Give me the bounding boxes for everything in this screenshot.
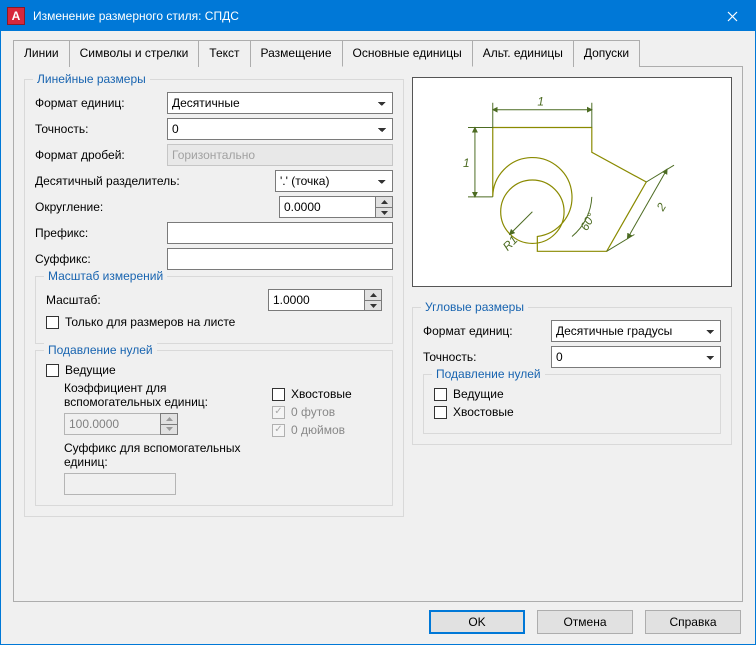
close-button[interactable] — [710, 1, 755, 31]
suffix-input[interactable] — [167, 248, 393, 270]
group-zero-suppress: Подавление нулей Ведущие Коэффициент для… — [35, 350, 393, 506]
fraction-format-select: Горизонтально — [167, 144, 393, 166]
tab-body: Линейные размеры Формат единиц: Десятичн… — [13, 66, 743, 602]
feet-checkbox: 0 футов — [272, 405, 335, 419]
ang-unit-format-label: Формат единиц: — [423, 324, 513, 338]
help-button[interactable]: Справка — [645, 610, 741, 634]
ang-leading-checkbox[interactable]: Ведущие — [434, 387, 504, 401]
roundoff-spinner[interactable] — [279, 196, 393, 218]
subfactor-input — [64, 413, 160, 435]
ok-button[interactable]: OK — [429, 610, 525, 634]
prefix-input[interactable] — [167, 222, 393, 244]
fraction-format-label: Формат дробей: — [35, 148, 125, 162]
trailing-checkbox[interactable]: Хвостовые — [272, 387, 352, 401]
scale-input[interactable] — [268, 289, 364, 311]
precision-select[interactable]: 0 — [167, 118, 393, 140]
ang-unit-format-select[interactable]: Десятичные градусы — [551, 320, 721, 342]
spin-up-icon — [161, 414, 177, 424]
unit-format-label: Формат единиц: — [35, 96, 125, 110]
group-ang-zero: Подавление нулей Ведущие Хвостовые — [423, 374, 721, 434]
roundoff-input[interactable] — [279, 196, 375, 218]
app-icon: A — [7, 7, 25, 25]
spin-down-icon — [161, 424, 177, 434]
layout-only-checkbox[interactable]: Только для размеров на листе — [46, 315, 235, 329]
spin-up-icon[interactable] — [365, 290, 381, 300]
subfactor-spinner — [64, 413, 178, 435]
group-zero-legend: Подавление нулей — [44, 343, 157, 357]
preview-pane: 1 1 2 R1 60° — [412, 77, 732, 287]
button-bar: OK Отмена Справка — [13, 602, 743, 634]
group-ang-zero-legend: Подавление нулей — [432, 367, 545, 381]
inches-checkbox: 0 дюймов — [272, 423, 345, 437]
group-linear-legend: Линейные размеры — [33, 72, 150, 86]
client-area: Линии Символы и стрелки Текст Размещение… — [1, 31, 755, 644]
scale-spinner[interactable] — [268, 289, 382, 311]
leading-checkbox[interactable]: Ведущие — [46, 363, 116, 377]
spin-down-icon[interactable] — [365, 300, 381, 310]
group-angular-legend: Угловые размеры — [421, 300, 528, 314]
unit-format-select[interactable]: Десятичные — [167, 92, 393, 114]
subsuffix-input — [64, 473, 176, 495]
subfactor-label: Коэффициент для вспомогательных единиц: — [64, 381, 262, 410]
svg-text:R1: R1 — [500, 233, 521, 254]
tab-primary-units[interactable]: Основные единицы — [342, 40, 473, 67]
ang-trailing-checkbox[interactable]: Хвостовые — [434, 405, 514, 419]
ang-precision-select[interactable]: 0 — [551, 346, 721, 368]
precision-label: Точность: — [35, 122, 88, 136]
svg-text:1: 1 — [537, 95, 544, 109]
spin-up-icon[interactable] — [376, 197, 392, 207]
left-column: Линейные размеры Формат единиц: Десятичн… — [24, 77, 404, 591]
decimal-sep-label: Десятичный разделитель: — [35, 174, 180, 188]
decimal-sep-select[interactable]: '.' (точка) — [275, 170, 393, 192]
titlebar[interactable]: A Изменение размерного стиля: СПДС — [1, 1, 755, 31]
suffix-label: Суффикс: — [35, 252, 91, 266]
spin-down-icon[interactable] — [376, 207, 392, 217]
tab-lines[interactable]: Линии — [13, 40, 70, 67]
svg-text:1: 1 — [463, 156, 470, 170]
cancel-button[interactable]: Отмена — [537, 610, 633, 634]
close-icon — [727, 11, 738, 22]
tab-fit[interactable]: Размещение — [250, 40, 343, 67]
scale-label: Масштаб: — [46, 293, 101, 307]
tab-symbols[interactable]: Символы и стрелки — [69, 40, 200, 67]
group-scale: Масштаб измерений Масштаб: — [35, 276, 393, 344]
dialog-window: A Изменение размерного стиля: СПДС Линии… — [0, 0, 756, 645]
window-title: Изменение размерного стиля: СПДС — [33, 9, 710, 23]
ang-precision-label: Точность: — [423, 350, 476, 364]
group-angular: Угловые размеры Формат единиц: Десятичны… — [412, 307, 732, 445]
right-column: 1 1 2 R1 60° — [412, 77, 732, 591]
svg-text:60°: 60° — [577, 210, 598, 233]
tab-text[interactable]: Текст — [198, 40, 250, 67]
tab-alt-units[interactable]: Альт. единицы — [472, 40, 574, 67]
svg-text:2: 2 — [653, 200, 669, 214]
subsuffix-label: Суффикс для вспомогательных единиц: — [64, 441, 262, 470]
prefix-label: Префикс: — [35, 226, 88, 240]
group-scale-legend: Масштаб измерений — [44, 269, 167, 283]
roundoff-label: Округление: — [35, 200, 103, 214]
group-linear: Линейные размеры Формат единиц: Десятичн… — [24, 79, 404, 517]
tab-strip: Линии Символы и стрелки Текст Размещение… — [13, 39, 743, 66]
tab-tolerances[interactable]: Допуски — [573, 40, 640, 67]
